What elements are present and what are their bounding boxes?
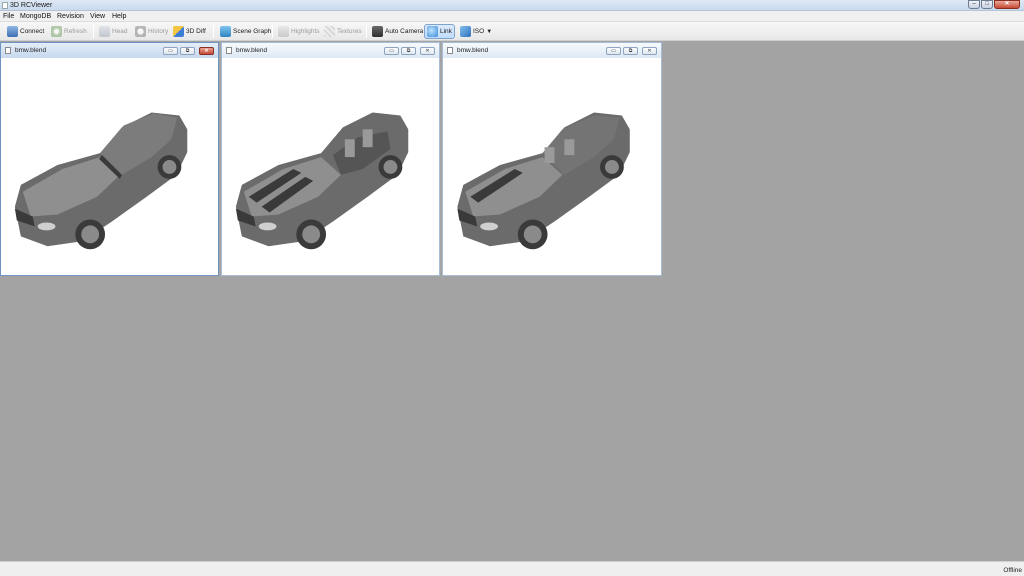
link-button[interactable]: Link xyxy=(424,24,455,39)
link-label: Link xyxy=(440,28,452,35)
head-button[interactable]: Head xyxy=(97,24,130,39)
car-model-viewport-coupe[interactable] xyxy=(3,58,216,273)
car-rim-front xyxy=(81,225,100,244)
highlights-label: Highlights xyxy=(291,28,320,35)
textures-button[interactable]: Textures xyxy=(322,24,364,39)
3d-diff-label: 3D Diff xyxy=(186,28,206,35)
menu-view[interactable]: View xyxy=(90,12,105,21)
subwindow-title: bmw.blend xyxy=(457,47,489,54)
connect-button[interactable]: Connect xyxy=(5,24,46,39)
iso-label: ISO xyxy=(473,28,485,35)
history-icon xyxy=(135,26,146,37)
head-label: Head xyxy=(112,28,128,35)
car-headlight xyxy=(37,222,56,231)
textures-icon xyxy=(324,26,335,37)
document-icon xyxy=(226,47,232,54)
3d-viewport[interactable] xyxy=(445,58,659,273)
car-seat xyxy=(362,129,373,148)
refresh-icon xyxy=(51,26,62,37)
subwindow-restore-button[interactable]: ⧉ xyxy=(180,47,195,55)
menu-revision[interactable]: Revision xyxy=(57,12,84,21)
window-title: 3D RCViewer xyxy=(10,2,53,9)
connection-status: Offline xyxy=(1003,567,1022,574)
window-minimize-button[interactable]: ‒ xyxy=(968,0,980,9)
document-icon xyxy=(5,47,11,54)
link-icon xyxy=(427,26,438,37)
menu-help[interactable]: Help xyxy=(112,12,126,21)
window-close-button[interactable]: ✕ xyxy=(994,0,1020,9)
car-seat xyxy=(544,147,555,164)
car-headlight xyxy=(258,222,277,231)
subwindow-restore-button[interactable]: ⧉ xyxy=(401,47,416,55)
title-bar: 3D RCViewer ‒ □ ✕ xyxy=(0,0,1024,11)
subwindow-minimize-button[interactable]: ▭ xyxy=(384,47,399,55)
toolbar-separator xyxy=(366,25,367,38)
toolbar: Connect Refresh Head History 3D Diff Sce… xyxy=(0,22,1024,41)
3d-diff-icon xyxy=(173,26,184,37)
subwindow-coupe[interactable]: bmw.blend ▭ ⧉ ✕ xyxy=(0,42,219,276)
car-headlight xyxy=(480,222,499,231)
refresh-button[interactable]: Refresh xyxy=(49,24,89,39)
app-icon xyxy=(2,2,8,9)
textures-label: Textures xyxy=(337,28,362,35)
menu-file[interactable]: File xyxy=(3,12,14,21)
connect-icon xyxy=(7,26,18,37)
status-bar: Offline xyxy=(0,561,1024,576)
car-rim-rear xyxy=(162,160,177,174)
window-maximize-button[interactable]: □ xyxy=(981,0,993,9)
subwindow-title: bmw.blend xyxy=(15,47,47,54)
scene-graph-icon xyxy=(220,26,231,37)
subwindow-minimize-button[interactable]: ▭ xyxy=(163,47,178,55)
highlights-button[interactable]: Highlights xyxy=(276,24,322,39)
connect-label: Connect xyxy=(20,28,45,35)
subwindow-restore-button[interactable]: ⧉ xyxy=(623,47,638,55)
document-icon xyxy=(447,47,453,54)
menu-mongodb[interactable]: MongoDB xyxy=(20,12,51,21)
3d-viewport[interactable] xyxy=(224,58,437,273)
camera-icon xyxy=(372,26,383,37)
scene-graph-button[interactable]: Scene Graph xyxy=(218,24,273,39)
subwindow-title-bar[interactable]: bmw.blend ▭ ⧉ ✕ xyxy=(222,43,439,58)
refresh-label: Refresh xyxy=(64,28,87,35)
toolbar-separator xyxy=(213,25,214,38)
subwindow-close-button[interactable]: ✕ xyxy=(199,47,214,55)
toolbar-separator xyxy=(93,25,94,38)
3d-viewport[interactable] xyxy=(3,58,216,273)
subwindow-diff[interactable]: bmw.blend ▭ ⧉ ✕ xyxy=(442,42,662,276)
subwindow-title: bmw.blend xyxy=(236,47,268,54)
toolbar-separator xyxy=(272,25,273,38)
auto-camera-label: Auto Camera xyxy=(385,28,424,35)
subwindow-title-bar[interactable]: bmw.blend ▭ ⧉ ✕ xyxy=(1,43,218,58)
head-icon xyxy=(99,26,110,37)
iso-view-button[interactable]: ISO ▼ xyxy=(458,24,494,39)
scene-graph-label: Scene Graph xyxy=(233,28,272,35)
subwindow-title-bar[interactable]: bmw.blend ▭ ⧉ ✕ xyxy=(443,43,661,58)
car-rim-front xyxy=(523,225,542,244)
subwindow-minimize-button[interactable]: ▭ xyxy=(606,47,621,55)
history-button[interactable]: History xyxy=(133,24,170,39)
auto-camera-button[interactable]: Auto Camera xyxy=(370,24,425,39)
subwindow-convertible[interactable]: bmw.blend ▭ ⧉ ✕ xyxy=(221,42,440,276)
iso-cube-icon xyxy=(460,26,471,37)
car-rim-rear xyxy=(383,160,398,174)
3d-diff-button[interactable]: 3D Diff xyxy=(171,24,208,39)
history-label: History xyxy=(148,28,169,35)
highlights-icon xyxy=(278,26,289,37)
car-seat xyxy=(564,139,575,156)
subwindow-close-button[interactable]: ✕ xyxy=(420,47,435,55)
menu-bar: File MongoDB Revision View Help xyxy=(0,11,1024,22)
car-rim-front xyxy=(302,225,321,244)
car-model-viewport-diff[interactable] xyxy=(445,58,659,273)
car-rim-rear xyxy=(605,160,619,174)
car-seat xyxy=(344,139,355,158)
subwindow-close-button[interactable]: ✕ xyxy=(642,47,657,55)
car-model-viewport-convertible[interactable] xyxy=(224,58,437,273)
chevron-down-icon[interactable]: ▼ xyxy=(486,29,492,35)
car-windshield-frame xyxy=(512,141,531,160)
